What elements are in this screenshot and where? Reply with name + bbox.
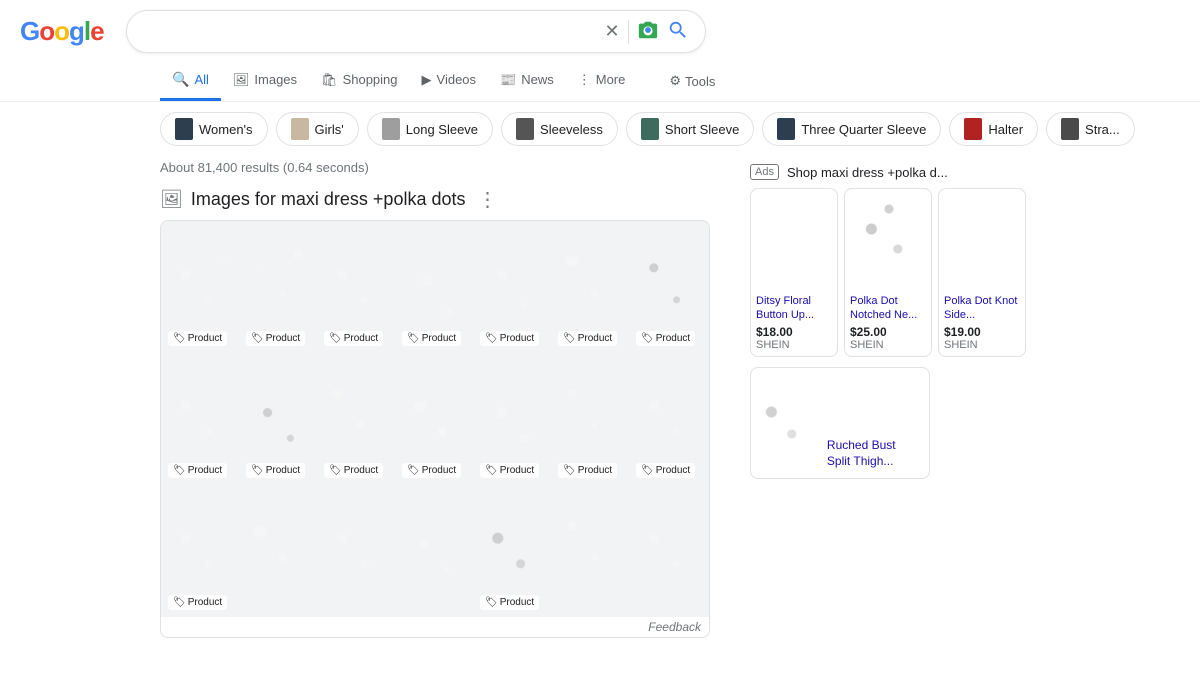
product-badge: 🏷Product bbox=[246, 463, 305, 478]
chip-girls[interactable]: Girls' bbox=[276, 112, 359, 146]
image-cell[interactable]: 🏷Product bbox=[631, 355, 707, 483]
ad-product4-name: Ruched Bust Split Thigh... bbox=[827, 438, 921, 469]
tab-more[interactable]: ⋮ More bbox=[566, 62, 638, 101]
product-badge: 🏷Product bbox=[558, 331, 617, 346]
ads-header: Ads Shop maxi dress +polka d... bbox=[750, 156, 1040, 188]
product-badge: 🏷Product bbox=[324, 331, 383, 346]
chip-stra[interactable]: Stra... bbox=[1046, 112, 1135, 146]
ads-title: Shop maxi dress +polka d... bbox=[787, 165, 948, 180]
tools-button[interactable]: ⚙ Tools bbox=[657, 63, 727, 99]
search-icon-btn[interactable] bbox=[667, 19, 689, 44]
product-badge: 🏷Product bbox=[168, 595, 227, 610]
ads-label: Ads bbox=[750, 164, 779, 180]
image-cell[interactable]: 🏷Product bbox=[631, 223, 707, 351]
ad-product-price: $18.00 bbox=[756, 325, 832, 339]
image-cell[interactable]: 🏷Product bbox=[241, 355, 317, 483]
search-input[interactable]: maxi dress +polka dots bbox=[143, 23, 597, 41]
product-badge: 🏷Product bbox=[636, 463, 695, 478]
tab-all[interactable]: 🔍 All bbox=[160, 61, 221, 101]
image-cell[interactable]: 🏷Product bbox=[553, 355, 629, 483]
more-options-icon[interactable]: ⋮ bbox=[477, 187, 497, 212]
header: Google maxi dress +polka dots ✕ bbox=[0, 0, 1200, 61]
chip-short-sleeve[interactable]: Short Sleeve bbox=[626, 112, 754, 146]
product-badge: 🏷Product bbox=[558, 463, 617, 478]
tools-icon: ⚙ bbox=[669, 73, 681, 89]
product-badge: 🏷Product bbox=[246, 331, 305, 346]
image-cell[interactable]: 🏷Product bbox=[475, 355, 551, 483]
image-cell[interactable]: 🏷Product bbox=[319, 355, 395, 483]
product-badge: 🏷Product bbox=[480, 331, 539, 346]
product-badge: 🏷Product bbox=[402, 463, 461, 478]
product-badge: 🏷Product bbox=[168, 463, 227, 478]
google-logo: Google bbox=[20, 16, 104, 47]
news-icon: 📰 bbox=[500, 72, 516, 88]
product-badge: 🏷Product bbox=[324, 463, 383, 478]
image-row-2: 🏷Product 🏷Product 🏷Product 🏷Product 🏷Pr bbox=[161, 353, 709, 485]
ad-product-name: Polka Dot Notched Ne... bbox=[850, 294, 926, 323]
more-icon: ⋮ bbox=[578, 72, 591, 88]
images-section-header: 🖼 Images for maxi dress +polka dots ⋮ bbox=[160, 187, 710, 212]
image-cell[interactable]: 🏷Product bbox=[163, 223, 239, 351]
image-cell[interactable]: 🏷Product bbox=[319, 223, 395, 351]
all-icon: 🔍 bbox=[172, 71, 189, 88]
ad-product-seller: SHEIN bbox=[756, 339, 832, 351]
image-cell[interactable]: 🏷Product bbox=[553, 223, 629, 351]
image-cell[interactable]: 🏷Product bbox=[397, 223, 473, 351]
image-cell[interactable] bbox=[631, 487, 707, 615]
nav-tabs: 🔍 All 🖼 Images 🛍 Shopping ▶ Videos 📰 New… bbox=[0, 61, 1200, 102]
chip-womens[interactable]: Women's bbox=[160, 112, 268, 146]
chip-long-sleeve[interactable]: Long Sleeve bbox=[367, 112, 493, 146]
ad-products-row: Ditsy Floral Button Up... $18.00 SHEIN P… bbox=[750, 188, 1040, 357]
image-cell[interactable] bbox=[397, 487, 473, 615]
ad-product-3[interactable]: Polka Dot Knot Side... $19.00 SHEIN bbox=[938, 188, 1026, 357]
image-cell[interactable] bbox=[553, 487, 629, 615]
feedback[interactable]: Feedback bbox=[161, 617, 709, 637]
videos-icon: ▶ bbox=[422, 72, 432, 88]
chip-sleeveless[interactable]: Sleeveless bbox=[501, 112, 618, 146]
tab-videos[interactable]: ▶ Videos bbox=[410, 62, 489, 101]
search-bar[interactable]: maxi dress +polka dots ✕ bbox=[126, 10, 706, 53]
ad-product-name: Ditsy Floral Button Up... bbox=[756, 294, 832, 323]
images-section-title: Images for maxi dress +polka dots bbox=[191, 189, 466, 210]
ad-product-seller: SHEIN bbox=[944, 339, 1020, 351]
product-badge: 🏷Product bbox=[480, 463, 539, 478]
tab-shopping[interactable]: 🛍 Shopping bbox=[309, 62, 409, 101]
tab-news[interactable]: 📰 News bbox=[488, 62, 566, 101]
image-cell[interactable] bbox=[241, 487, 317, 615]
image-cell[interactable]: 🏷Product bbox=[163, 355, 239, 483]
clear-icon[interactable]: ✕ bbox=[605, 21, 620, 42]
images-icon: 🖼 bbox=[233, 72, 250, 88]
image-cell[interactable]: 🏷Product bbox=[475, 487, 551, 615]
shopping-icon: 🛍 bbox=[321, 72, 338, 88]
image-grid: 🏷Product 🏷Product 🏷Product 🏷Product 🏷Pr bbox=[160, 220, 710, 638]
ad-product-4[interactable]: Ruched Bust Split Thigh... bbox=[750, 367, 930, 479]
image-cell[interactable]: 🏷Product bbox=[241, 223, 317, 351]
image-row-1: 🏷Product 🏷Product 🏷Product 🏷Product 🏷Pr bbox=[161, 221, 709, 353]
filter-chips: Women's Girls' Long Sleeve Sleeveless Sh… bbox=[0, 102, 1200, 156]
image-cell[interactable]: 🏷Product bbox=[475, 223, 551, 351]
chip-three-quarter[interactable]: Three Quarter Sleeve bbox=[762, 112, 941, 146]
image-cell[interactable] bbox=[319, 487, 395, 615]
ad-product-name: Polka Dot Knot Side... bbox=[944, 294, 1020, 323]
ad-product-seller: SHEIN bbox=[850, 339, 926, 351]
results-count: About 81,400 results (0.64 seconds) bbox=[160, 156, 710, 187]
images-section-icon: 🖼 bbox=[160, 189, 183, 210]
product-badge: 🏷Product bbox=[480, 595, 539, 610]
camera-icon[interactable] bbox=[637, 19, 659, 44]
image-cell[interactable]: 🏷Product bbox=[397, 355, 473, 483]
ad-product-price: $19.00 bbox=[944, 325, 1020, 339]
chip-halter[interactable]: Halter bbox=[949, 112, 1038, 146]
product-badge: 🏷Product bbox=[402, 331, 461, 346]
ad-product-price: $25.00 bbox=[850, 325, 926, 339]
image-row-3: 🏷Product 🏷Product bbox=[161, 485, 709, 617]
ad-product-2[interactable]: Polka Dot Notched Ne... $25.00 SHEIN bbox=[844, 188, 932, 357]
ad-product-1[interactable]: Ditsy Floral Button Up... $18.00 SHEIN bbox=[750, 188, 838, 357]
product-badge: 🏷Product bbox=[636, 331, 695, 346]
divider bbox=[628, 20, 629, 44]
image-cell[interactable]: 🏷Product bbox=[163, 487, 239, 615]
product-badge: 🏷Product bbox=[168, 331, 227, 346]
tab-images[interactable]: 🖼 Images bbox=[221, 62, 309, 101]
